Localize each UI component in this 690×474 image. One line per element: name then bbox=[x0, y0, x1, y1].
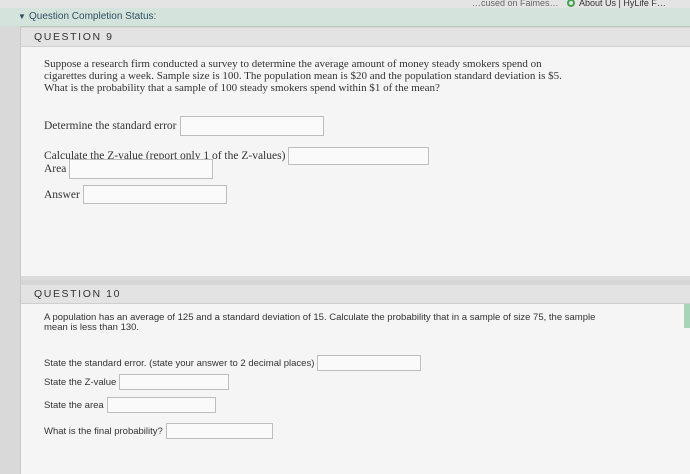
bookmark-left-label: …cused on Faimes… bbox=[472, 0, 559, 8]
question-9-text-line: What is the probability that a sample of… bbox=[44, 82, 440, 94]
site-favicon-icon bbox=[567, 0, 575, 7]
question-10-header: QUESTION 10 bbox=[21, 285, 690, 304]
question-9-block: QUESTION 9 Suppose a research firm condu… bbox=[21, 28, 690, 276]
q10-final-prob-row: What is the final probability? bbox=[44, 423, 273, 439]
q9-answer-label: Answer bbox=[44, 188, 80, 201]
q10-std-error-label: State the standard error. (state your an… bbox=[44, 357, 315, 369]
q10-z-value-label: State the Z-value bbox=[44, 376, 117, 388]
q10-area-row: State the area bbox=[44, 397, 216, 413]
status-label: Question Completion Status: bbox=[29, 11, 157, 22]
chevron-down-icon: ▼ bbox=[18, 12, 26, 21]
question-10-text: A population has an average of 125 and a… bbox=[44, 313, 664, 333]
q10-std-error-input[interactable] bbox=[317, 355, 422, 371]
q9-answer-row: Answer bbox=[44, 185, 227, 204]
bookmark-link-about-us[interactable]: About Us | HyLife F… bbox=[567, 0, 666, 8]
question-9-text-line: cigarettes during a week. Sample size is… bbox=[44, 70, 562, 82]
question-9-header: QUESTION 9 bbox=[21, 28, 690, 47]
q9-area-label: Area bbox=[44, 163, 67, 175]
q9-std-error-label: Determine the standard error bbox=[44, 120, 177, 132]
question-9-text-line: Suppose a research firm conducted a surv… bbox=[44, 58, 542, 70]
q10-area-input[interactable] bbox=[106, 397, 216, 413]
bookmark-link-left[interactable]: …cused on Faimes… bbox=[472, 0, 559, 8]
q9-std-error-input[interactable] bbox=[179, 116, 324, 136]
question-10-block: QUESTION 10 A population has an average … bbox=[21, 285, 690, 474]
question-9-text: Suppose a research firm conducted a surv… bbox=[44, 58, 664, 94]
side-scroll-tab[interactable] bbox=[684, 304, 690, 328]
question-10-title: QUESTION 10 bbox=[34, 288, 122, 300]
q9-area-input[interactable] bbox=[69, 159, 214, 179]
q10-final-prob-input[interactable] bbox=[165, 423, 273, 439]
question-9-title: QUESTION 9 bbox=[34, 31, 114, 43]
left-sidebar-strip bbox=[0, 26, 21, 474]
q10-z-value-input[interactable] bbox=[119, 374, 230, 390]
q10-final-prob-label: What is the final probability? bbox=[44, 425, 163, 437]
question-10-text-line: mean is less than 130. bbox=[44, 322, 140, 333]
q10-z-value-row: State the Z-value bbox=[44, 374, 230, 390]
q9-std-error-row: Determine the standard error bbox=[44, 116, 324, 136]
q10-std-error-row: State the standard error. (state your an… bbox=[44, 355, 422, 371]
question-separator bbox=[21, 276, 690, 280]
q9-area-row: Area bbox=[44, 159, 214, 179]
q9-z-value-input[interactable] bbox=[288, 147, 430, 165]
q10-area-label: State the area bbox=[44, 399, 104, 411]
q9-answer-input[interactable] bbox=[82, 185, 227, 204]
question-completion-status-bar[interactable]: ▼ Question Completion Status: bbox=[0, 8, 690, 27]
bookmark-right-label: About Us | HyLife F… bbox=[579, 0, 666, 8]
